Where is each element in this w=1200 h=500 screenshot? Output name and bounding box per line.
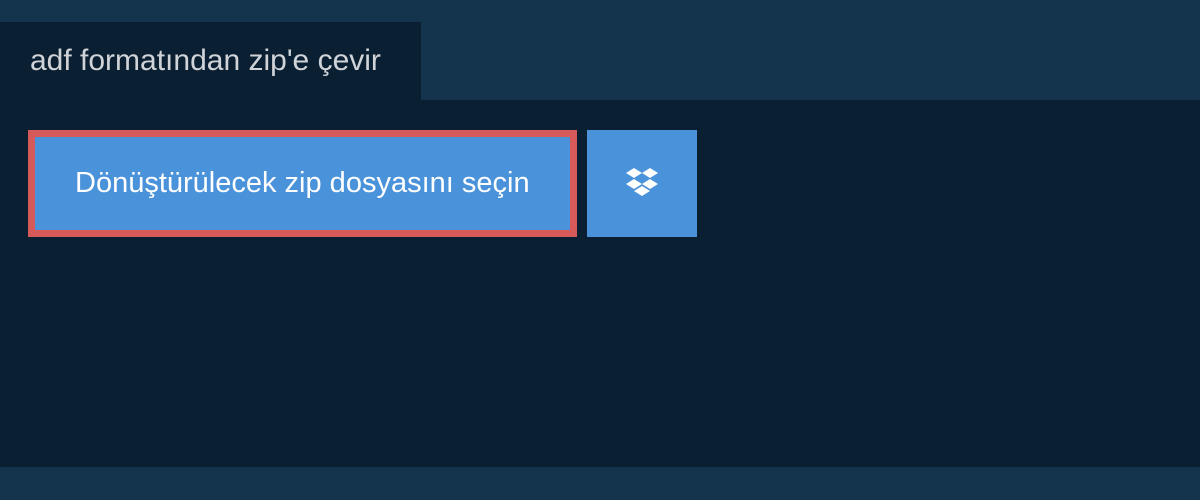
conversion-tab-header: adf formatından zip'e çevir xyxy=(0,22,421,100)
bottom-spacer xyxy=(0,267,1200,467)
dropbox-icon xyxy=(622,164,662,204)
dropbox-button[interactable] xyxy=(587,130,697,237)
file-selection-panel: Dönüştürülecek zip dosyasını seçin xyxy=(0,100,1200,267)
select-file-button-label: Dönüştürülecek zip dosyasını seçin xyxy=(75,167,530,200)
select-file-button[interactable]: Dönüştürülecek zip dosyasını seçin xyxy=(28,130,577,237)
file-selection-row: Dönüştürülecek zip dosyasını seçin xyxy=(28,130,1172,237)
conversion-tab-label: adf formatından zip'e çevir xyxy=(30,44,381,77)
